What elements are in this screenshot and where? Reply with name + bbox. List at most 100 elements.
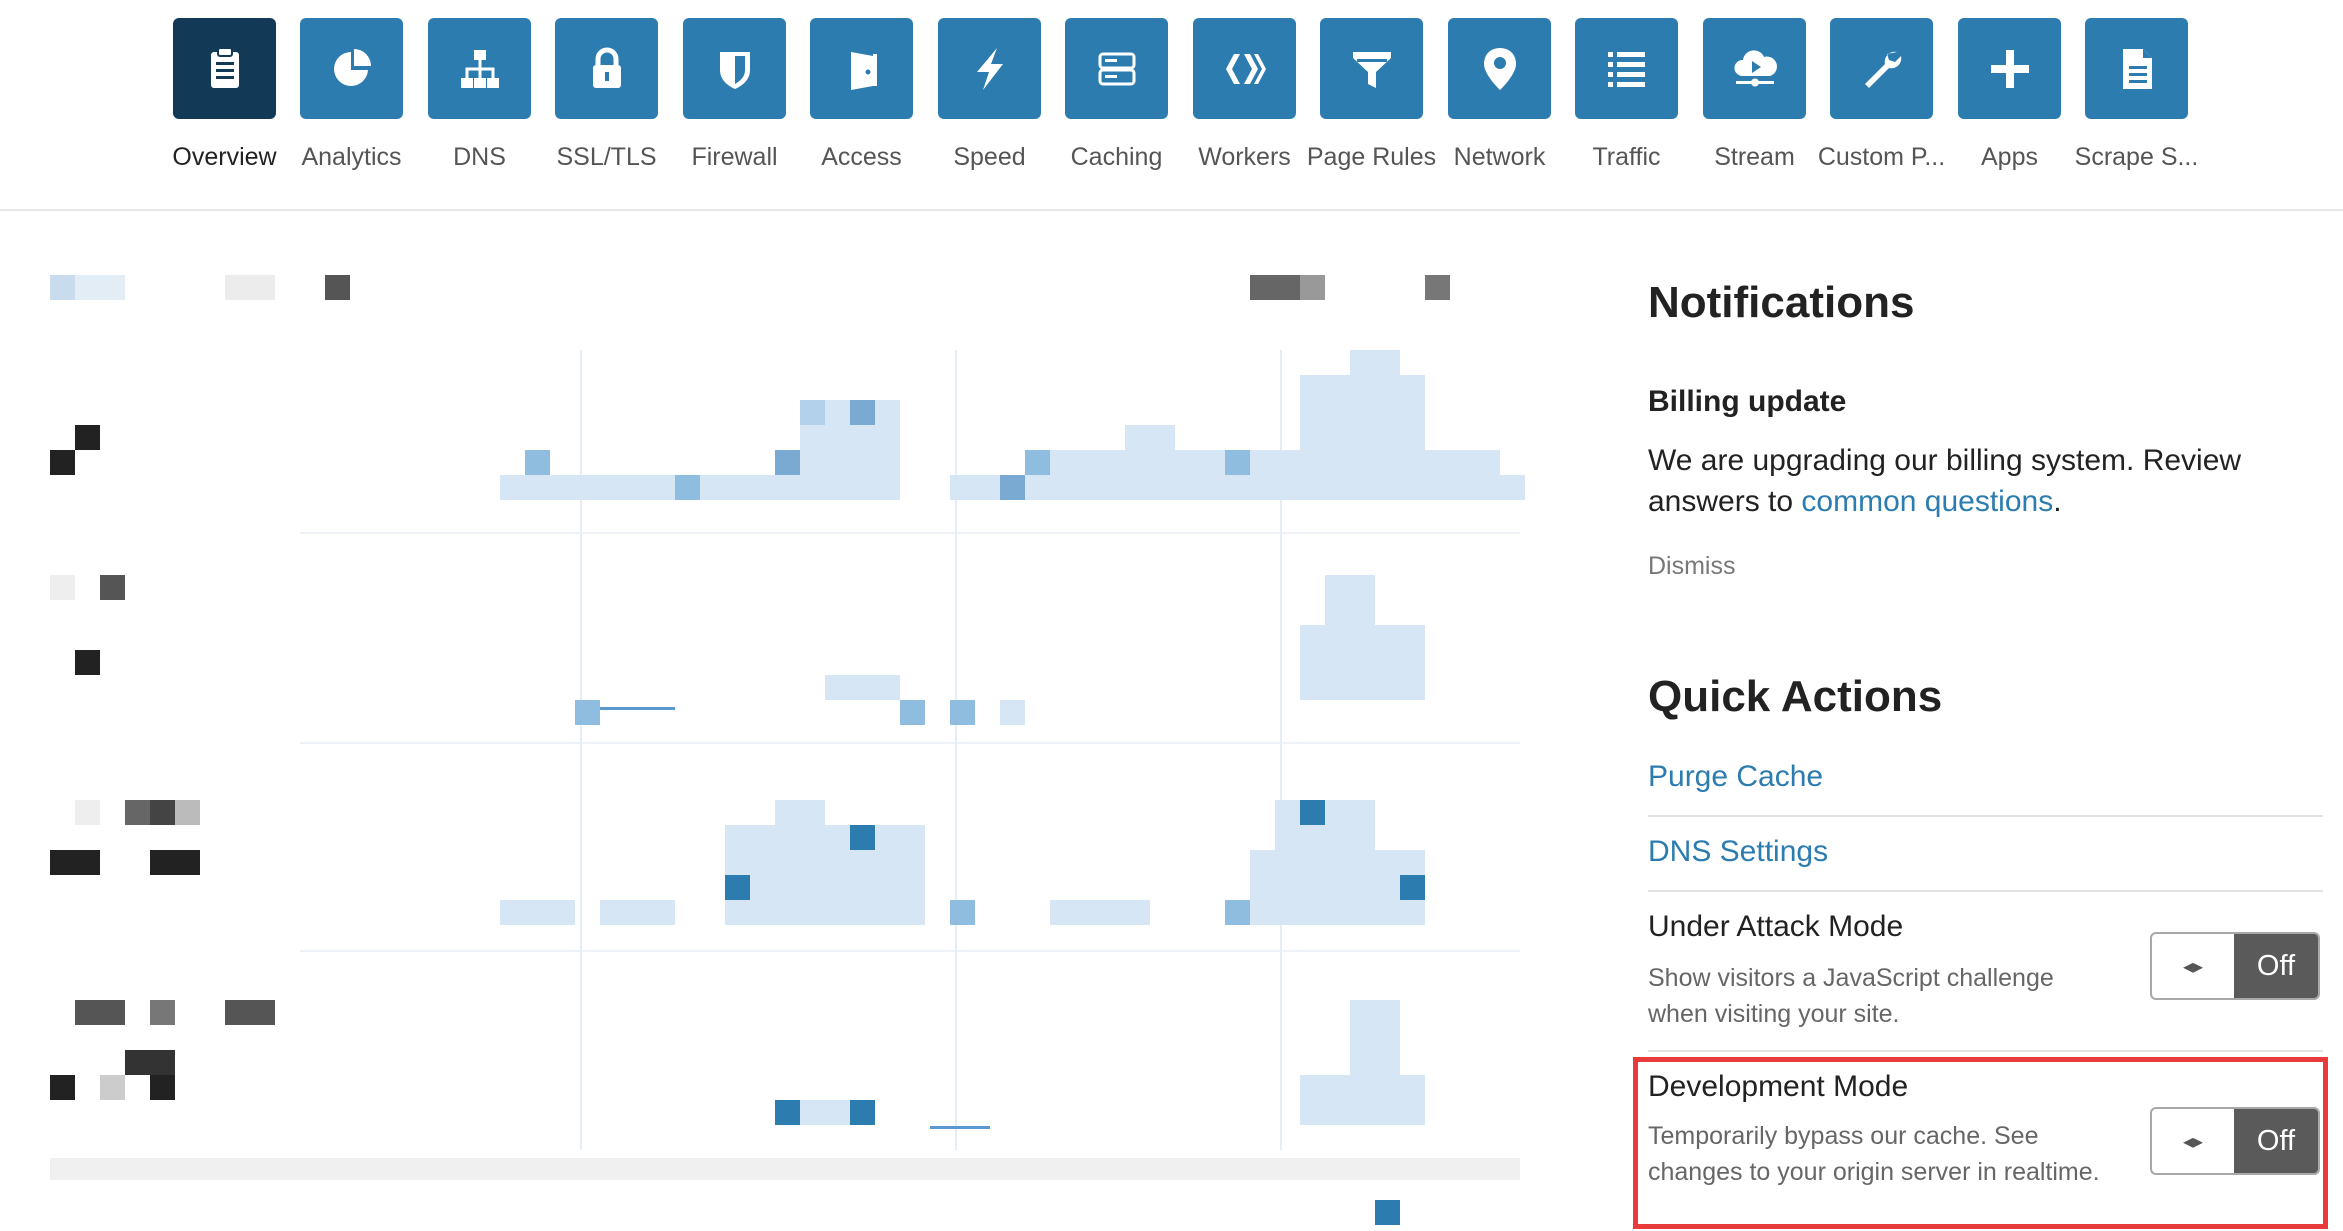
nav-label: Firewall	[691, 143, 778, 171]
nav-access[interactable]: Access	[798, 18, 925, 178]
blurred-label	[100, 575, 125, 600]
sparkline-area	[1325, 575, 1375, 625]
sparkline-point	[900, 700, 925, 725]
nav-apps[interactable]: Apps	[1946, 18, 2073, 178]
sparkline-area	[1350, 1000, 1400, 1075]
nav-network[interactable]: Network	[1436, 18, 1563, 178]
toggle-state: Off	[2234, 934, 2318, 998]
document-icon	[2085, 18, 2188, 119]
nav-label: Access	[821, 143, 902, 171]
sparkline-area	[775, 800, 825, 825]
analytics-overview-panel	[0, 230, 1540, 1231]
row-divider	[300, 532, 1520, 534]
divider	[1648, 1050, 2323, 1052]
nav-label: Custom P...	[1817, 143, 1946, 171]
plus-icon	[1958, 18, 2061, 119]
toggle-arrows-icon: ◂▸	[2182, 955, 2204, 978]
nav-ssl-tls[interactable]: SSL/TLS	[543, 18, 670, 178]
nav-label: Caching	[1070, 143, 1163, 171]
sparkline-point	[675, 475, 700, 500]
blurred-label	[175, 800, 200, 825]
blurred-label	[75, 425, 100, 450]
blurred-label	[75, 800, 100, 825]
nav-caching[interactable]: Caching	[1053, 18, 1180, 178]
nav-label: Apps	[1981, 143, 2038, 171]
blurred-label	[50, 575, 75, 600]
nav-analytics[interactable]: Analytics	[288, 18, 415, 178]
under-attack-title: Under Attack Mode	[1648, 910, 1904, 943]
filter-icon	[1320, 18, 1423, 119]
top-navigation: Overview Analytics DNS SSL/TLS Firewall …	[0, 0, 2343, 211]
cloud-play-icon	[1703, 18, 1806, 119]
nav-traffic[interactable]: Traffic	[1563, 18, 1690, 178]
divider	[1648, 815, 2323, 817]
sparkline-point	[1025, 450, 1050, 475]
row-divider	[50, 1158, 1520, 1180]
wrench-icon	[1830, 18, 1933, 119]
nav-dns[interactable]: DNS	[416, 18, 543, 178]
nav-workers[interactable]: Workers	[1181, 18, 1308, 178]
sparkline-point	[1400, 875, 1425, 900]
purge-cache-link[interactable]: Purge Cache	[1648, 760, 1823, 794]
nav-custom-pages[interactable]: Custom P...	[1818, 18, 1945, 178]
nav-label: Stream	[1714, 143, 1795, 171]
nav-label: SSL/TLS	[556, 143, 657, 171]
nav-firewall[interactable]: Firewall	[671, 18, 798, 178]
sparkline-area	[1350, 350, 1400, 375]
sparkline-point	[950, 700, 975, 725]
under-attack-toggle[interactable]: ◂▸ Off	[2150, 932, 2320, 1000]
sparkline-area	[1025, 450, 1500, 475]
sparkline-area	[725, 825, 925, 925]
blurred-label	[50, 1075, 75, 1100]
shield-icon	[683, 18, 786, 119]
nav-stream[interactable]: Stream	[1691, 18, 1818, 178]
sparkline-point	[775, 450, 800, 475]
sparkline-point	[1225, 450, 1250, 475]
blurred-label	[75, 275, 125, 300]
nav-label: DNS	[453, 143, 506, 171]
lock-icon	[555, 18, 658, 119]
billing-period: .	[2053, 485, 2062, 518]
blurred-label	[150, 800, 175, 825]
sparkline-point	[1000, 700, 1025, 725]
nav-speed[interactable]: Speed	[926, 18, 1053, 178]
server-icon	[1065, 18, 1168, 119]
sparkline-point	[850, 825, 875, 850]
dismiss-button[interactable]: Dismiss	[1648, 552, 1736, 581]
row-divider	[300, 742, 1520, 744]
sparkline-point	[950, 900, 975, 925]
chart-guide	[955, 350, 957, 1150]
sparkline-point	[1000, 475, 1025, 500]
nav-overview[interactable]: Overview	[161, 18, 288, 178]
billing-update-text: We are upgrading our billing system. Rev…	[1648, 440, 2288, 522]
blurred-label	[225, 1000, 275, 1025]
sparkline-area	[500, 475, 900, 500]
blurred-label	[125, 800, 150, 825]
blurred-label	[50, 850, 100, 875]
sparkline-point	[1375, 1200, 1400, 1225]
sparkline-point	[800, 400, 825, 425]
sparkline-point	[525, 450, 550, 475]
sparkline-area	[1300, 1075, 1425, 1125]
sparkline-point	[775, 1100, 800, 1125]
door-icon	[810, 18, 913, 119]
sparkline-area	[1050, 900, 1150, 925]
map-pin-icon	[1448, 18, 1551, 119]
nav-scrape-shield[interactable]: Scrape S...	[2073, 18, 2200, 178]
common-questions-link[interactable]: common questions	[1801, 485, 2053, 518]
sparkline-area	[825, 675, 900, 700]
dns-settings-link[interactable]: DNS Settings	[1648, 835, 1828, 869]
under-attack-description: Show visitors a JavaScript challenge whe…	[1648, 964, 2054, 1028]
sparkline-point	[725, 875, 750, 900]
nav-page-rules[interactable]: Page Rules	[1306, 18, 1437, 178]
notifications-title: Notifications	[1648, 278, 1915, 327]
blurred-label	[325, 275, 350, 300]
blurred-label	[1300, 275, 1325, 300]
blurred-label	[150, 1075, 175, 1100]
nav-label: Page Rules	[1306, 143, 1437, 171]
nav-label: Speed	[953, 143, 1026, 171]
chart-guide	[580, 350, 582, 1150]
sparkline-area	[500, 900, 575, 925]
sparkline-area	[1125, 425, 1175, 450]
nav-label: Network	[1453, 143, 1546, 171]
